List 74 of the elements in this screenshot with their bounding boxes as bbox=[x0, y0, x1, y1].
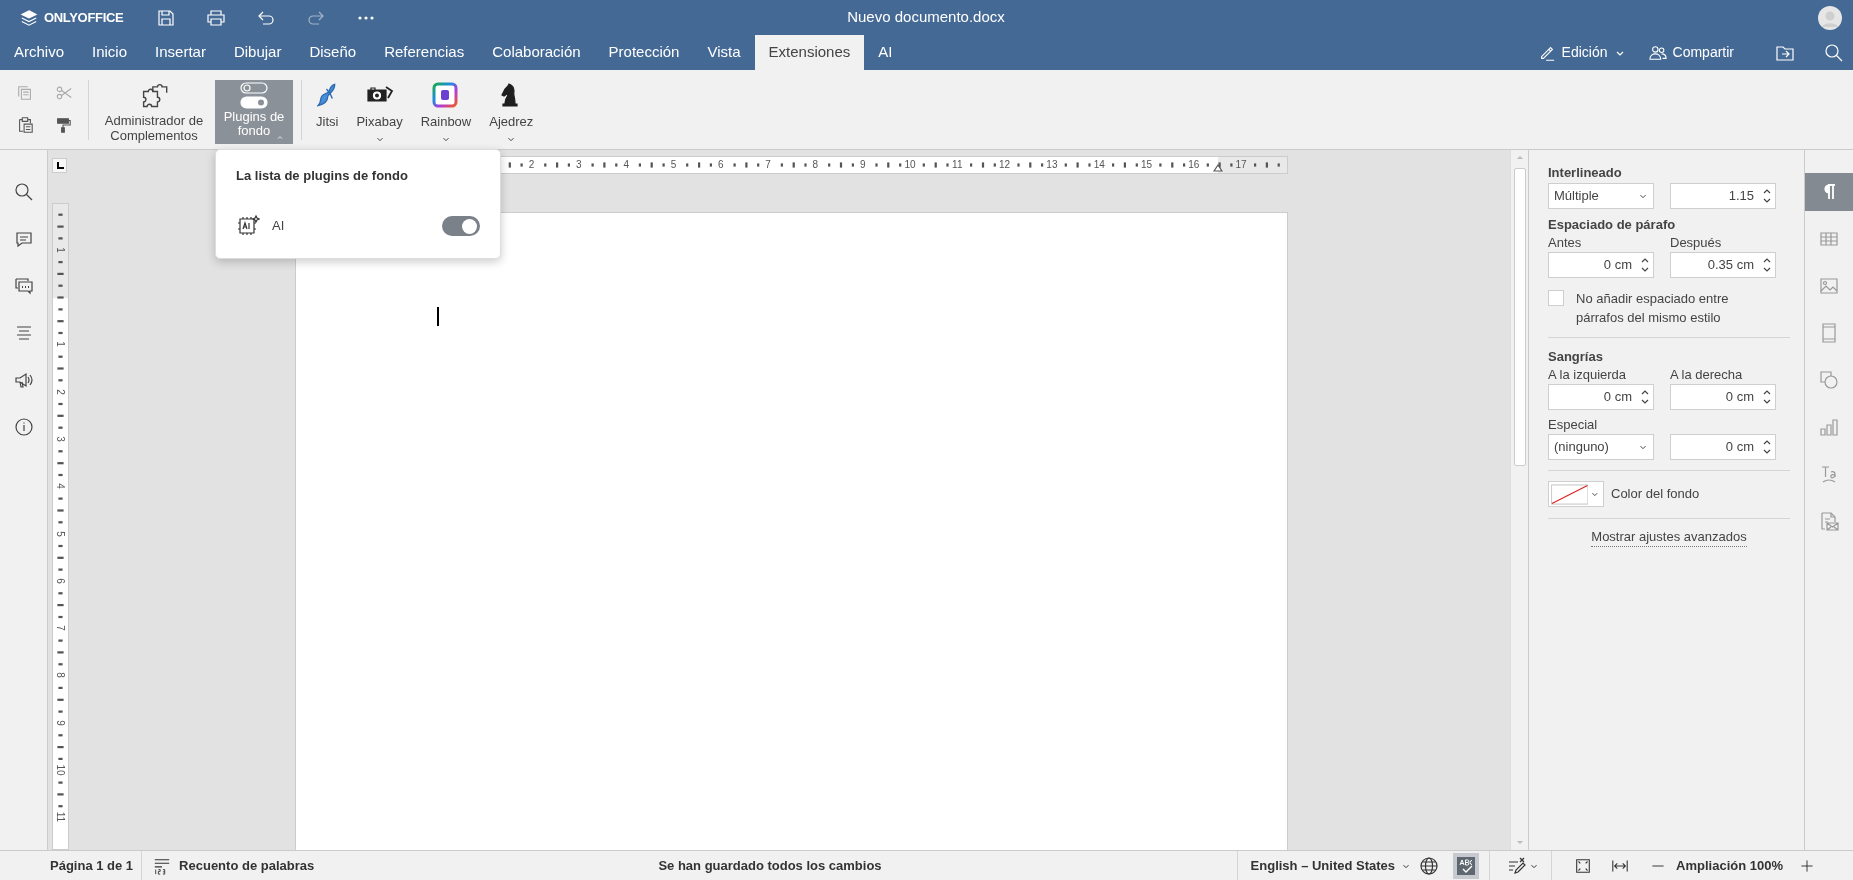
dropdown-field[interactable]: (ninguno) bbox=[1548, 434, 1654, 460]
menu-tab[interactable]: Protección bbox=[594, 35, 694, 70]
field-label: Después bbox=[1670, 234, 1723, 252]
zoom-level: Ampliación 100% bbox=[1676, 856, 1783, 875]
edit-mode-label: Edición bbox=[1561, 43, 1608, 62]
menu-tab[interactable]: Archivo bbox=[0, 35, 79, 70]
field-label: A la derecha bbox=[1670, 366, 1744, 384]
share-label: Compartir bbox=[1672, 43, 1734, 62]
ruler-number: 8 bbox=[55, 669, 66, 681]
background-plugins-label: Plugins de fondo bbox=[222, 110, 286, 138]
plugin-label: Ajedrez bbox=[489, 113, 534, 131]
plugin-button[interactable]: Ajedrez bbox=[483, 80, 540, 144]
page-indicator: Página 1 de 1 bbox=[50, 856, 134, 875]
ruler-number: 2 bbox=[55, 386, 66, 398]
edit-mode-button[interactable]: Edición bbox=[1537, 42, 1626, 63]
document-title: Nuevo documento.docx bbox=[846, 7, 1006, 28]
ruler-number: 4 bbox=[55, 480, 66, 492]
plugin-label: Pixabay bbox=[356, 113, 403, 131]
ruler-number: 3 bbox=[55, 433, 66, 445]
menu-tab[interactable]: Insertar bbox=[141, 35, 220, 70]
popup-title: La lista de plugins de fondo bbox=[236, 168, 409, 184]
section-heading: Interlineado bbox=[1548, 164, 1623, 182]
plugin-button[interactable]: Pixabay bbox=[350, 80, 409, 144]
ruler-number: 11 bbox=[55, 811, 66, 823]
field-label: Antes bbox=[1548, 234, 1583, 252]
section-heading: Espaciado de párafo bbox=[1548, 216, 1677, 234]
menu-tab[interactable]: Referencias bbox=[370, 35, 479, 70]
menu-tab[interactable]: Inicio bbox=[78, 35, 142, 70]
menu-tab[interactable]: Extensiones bbox=[754, 35, 865, 70]
app-logo-text: ONLYOFFICE bbox=[44, 8, 124, 27]
plugins-manager-button[interactable]: Administrador de Complementos bbox=[99, 80, 209, 143]
spin-value: 1.15 bbox=[1727, 187, 1755, 206]
share-button[interactable]: Compartir bbox=[1647, 42, 1734, 63]
spin-field[interactable]: 0 cm bbox=[1670, 434, 1776, 460]
spin-field[interactable]: 0 cm bbox=[1548, 384, 1654, 410]
ruler-number: 10 bbox=[55, 764, 66, 776]
plugins-manager-label: Administrador de Complementos bbox=[103, 113, 205, 143]
advanced-settings-link[interactable]: Mostrar ajustes avanzados bbox=[1591, 528, 1747, 547]
dropdown-field[interactable]: Múltiple bbox=[1548, 183, 1654, 209]
spin-field[interactable]: 0.35 cm bbox=[1670, 252, 1776, 278]
plugin-button[interactable]: Jitsi bbox=[310, 80, 345, 144]
color-label: Color del fondo bbox=[1611, 485, 1700, 504]
checkbox-label: No añadir espaciado entre párrafos del mismo estilo bbox=[1576, 290, 1730, 327]
ruler-number: 7 bbox=[55, 622, 66, 634]
spin-value: 0.35 cm bbox=[1706, 256, 1755, 275]
spin-value: 0 cm bbox=[1724, 388, 1755, 407]
language-label: English – United States bbox=[1250, 856, 1396, 875]
spin-value: 0 cm bbox=[1602, 388, 1633, 407]
spin-field[interactable]: 0 cm bbox=[1670, 384, 1776, 410]
word-count-button[interactable]: Recuento de palabras bbox=[153, 855, 315, 876]
spin-field[interactable]: 0 cm bbox=[1548, 252, 1654, 278]
plugin-name: AI bbox=[272, 217, 285, 236]
field-label: A la izquierda bbox=[1548, 366, 1628, 384]
ruler-number: 6 bbox=[55, 575, 66, 587]
menu-tab[interactable]: Colaboración bbox=[478, 35, 595, 70]
dropdown-value: Múltiple bbox=[1554, 187, 1600, 206]
menu-tab[interactable]: Diseño bbox=[295, 35, 371, 70]
spin-value: 0 cm bbox=[1724, 438, 1755, 457]
dropdown-value: (ninguno) bbox=[1554, 438, 1610, 457]
plugin-label: Rainbow bbox=[420, 113, 472, 131]
word-count-label: Recuento de palabras bbox=[179, 856, 315, 875]
ruler-number: 5 bbox=[55, 528, 66, 539]
spin-field[interactable]: 1.15 bbox=[1670, 183, 1776, 209]
plugin-label: Jitsi bbox=[316, 113, 339, 131]
spin-value: 0 cm bbox=[1602, 256, 1633, 275]
ruler-number: 9 bbox=[55, 717, 66, 729]
menu-tab[interactable]: Dibujar bbox=[219, 35, 296, 70]
menu-tab[interactable]: Vista bbox=[693, 35, 755, 70]
section-heading: Sangrías bbox=[1548, 348, 1604, 366]
save-status: Se han guardado todos los cambios bbox=[657, 856, 883, 875]
field-label: Especial bbox=[1548, 416, 1599, 434]
language-button[interactable]: English – United States bbox=[1250, 855, 1412, 876]
plugin-button[interactable]: Rainbow bbox=[414, 80, 478, 144]
menu-tab[interactable]: AI bbox=[864, 35, 907, 70]
